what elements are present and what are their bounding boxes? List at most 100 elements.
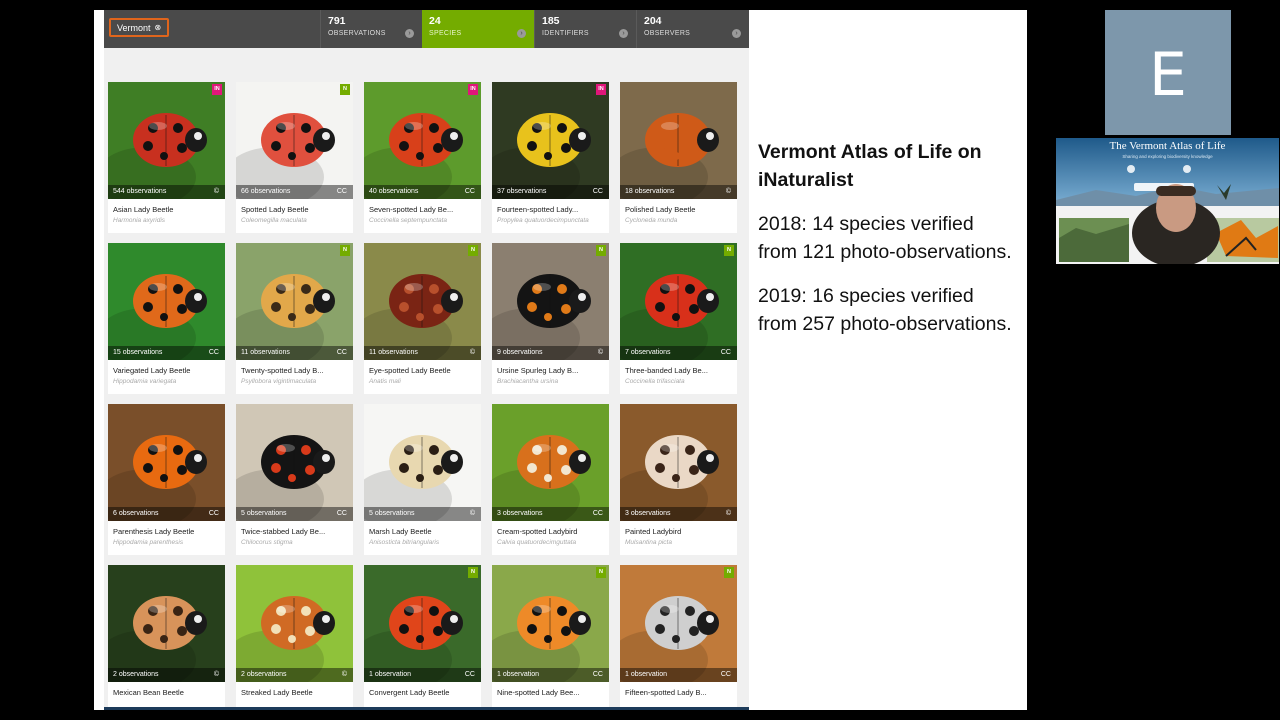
species-photo-frame[interactable]: N 7 observations CC bbox=[620, 243, 737, 360]
observation-count-bar: 37 observations CC bbox=[492, 185, 609, 199]
establishment-badge: IN bbox=[468, 84, 478, 95]
species-common-name[interactable]: Mexican Bean Beetle bbox=[113, 688, 184, 697]
stat-observers[interactable]: 204 OBSERVERS › bbox=[636, 10, 749, 48]
species-photo-frame[interactable]: 5 observations CC bbox=[236, 404, 353, 521]
species-photo-frame[interactable]: 2 observations © bbox=[236, 565, 353, 682]
stat-observations[interactable]: 791 OBSERVATIONS › bbox=[320, 10, 422, 48]
observation-count-bar: 2 observations © bbox=[108, 668, 225, 682]
stat-identifiers[interactable]: 185 IDENTIFIERS › bbox=[534, 10, 636, 48]
species-photo-frame[interactable]: 15 observations CC bbox=[108, 243, 225, 360]
observation-count: 2 observations bbox=[241, 671, 287, 678]
species-photo-frame[interactable]: N 66 observations CC bbox=[236, 82, 353, 199]
slide-text-block: Vermont Atlas of Life on iNaturalist 201… bbox=[758, 138, 1018, 338]
chevron-right-icon[interactable]: › bbox=[619, 29, 628, 38]
speaker-video-tile[interactable]: The Vermont Atlas of Life Sharing and ex… bbox=[1056, 138, 1279, 264]
species-card[interactable]: N 11 observations CC Twenty-spotted Lady B.… bbox=[236, 243, 353, 394]
license-icon: © bbox=[213, 188, 219, 195]
place-filter-chip[interactable]: Vermont ⊗ bbox=[109, 18, 170, 37]
species-common-name[interactable]: Variegated Lady Beetle bbox=[113, 366, 190, 375]
species-photo-frame[interactable]: N 1 observation CC bbox=[620, 565, 737, 682]
site-subtitle: Sharing and exploring biodiversity knowl… bbox=[1122, 154, 1213, 159]
stat-count: 185 bbox=[542, 15, 560, 27]
species-card[interactable]: 2 observations © Mexican Bean Beetle bbox=[108, 565, 225, 710]
observation-count-bar: 5 observations CC bbox=[236, 507, 353, 521]
species-photo-frame[interactable]: 18 observations © bbox=[620, 82, 737, 199]
species-photo-frame[interactable]: 2 observations © bbox=[108, 565, 225, 682]
species-photo-frame[interactable]: 3 observations © bbox=[620, 404, 737, 521]
species-card[interactable]: 3 observations CC Cream-spotted Ladybird Ca… bbox=[492, 404, 609, 555]
establishment-badge: N bbox=[468, 245, 478, 256]
species-photo-frame[interactable]: 5 observations © bbox=[364, 404, 481, 521]
license-icon: © bbox=[597, 349, 603, 356]
species-card[interactable]: 5 observations © Marsh Lady Beetle Anisosti… bbox=[364, 404, 481, 555]
species-common-name[interactable]: Fourteen-spotted Lady... bbox=[497, 205, 578, 214]
observation-count: 1 observation bbox=[625, 671, 668, 678]
observation-count: 15 observations bbox=[113, 349, 163, 356]
species-common-name[interactable]: Seven-spotted Lady Be... bbox=[369, 205, 453, 214]
participant-video-tile[interactable]: E bbox=[1105, 10, 1231, 135]
species-card[interactable]: N 66 observations CC Spotted Lady Beetle Col… bbox=[236, 82, 353, 233]
species-photo bbox=[364, 404, 481, 521]
chevron-right-icon[interactable]: › bbox=[405, 29, 414, 38]
species-photo-frame[interactable]: N 9 observations © bbox=[492, 243, 609, 360]
species-card[interactable]: 3 observations © Painted Ladybird Mulsantin… bbox=[620, 404, 737, 555]
species-photo-frame[interactable]: IN 544 observations © bbox=[108, 82, 225, 199]
species-card[interactable]: IN 40 observations CC Seven-spotted Lady Be… bbox=[364, 82, 481, 233]
species-photo-frame[interactable]: N 1 observation CC bbox=[492, 565, 609, 682]
species-card[interactable]: N 7 observations CC Three-banded Lady Be...… bbox=[620, 243, 737, 394]
species-card[interactable]: N 9 observations © Ursine Spurleg Lady B...… bbox=[492, 243, 609, 394]
species-common-name[interactable]: Marsh Lady Beetle bbox=[369, 527, 432, 536]
species-card[interactable]: 2 observations © Streaked Lady Beetle bbox=[236, 565, 353, 710]
species-photo-frame[interactable]: N 11 observations © bbox=[364, 243, 481, 360]
observation-count-bar: 15 observations CC bbox=[108, 346, 225, 360]
species-photo-frame[interactable]: N 11 observations CC bbox=[236, 243, 353, 360]
observation-count: 66 observations bbox=[241, 188, 291, 195]
species-common-name[interactable]: Spotted Lady Beetle bbox=[241, 205, 309, 214]
slide-paragraph-2018: 2018: 14 species verified from 121 photo… bbox=[758, 213, 1012, 263]
species-photo bbox=[620, 243, 737, 360]
species-common-name[interactable]: Parenthesis Lady Beetle bbox=[113, 527, 194, 536]
species-card[interactable]: IN 37 observations CC Fourteen-spotted Lady… bbox=[492, 82, 609, 233]
species-card[interactable]: 15 observations CC Variegated Lady Beetle H… bbox=[108, 243, 225, 394]
species-common-name[interactable]: Convergent Lady Beetle bbox=[369, 688, 449, 697]
species-common-name[interactable]: Cream-spotted Ladybird bbox=[497, 527, 577, 536]
observation-count-bar: 2 observations © bbox=[236, 668, 353, 682]
species-photo-frame[interactable]: 3 observations CC bbox=[492, 404, 609, 521]
species-card[interactable]: N 11 observations © Eye-spotted Lady Beetle… bbox=[364, 243, 481, 394]
observation-count-bar: 11 observations © bbox=[364, 346, 481, 360]
license-icon: CC bbox=[720, 671, 731, 678]
species-common-name[interactable]: Twice-stabbed Lady Be... bbox=[241, 527, 325, 536]
species-photo-frame[interactable]: N 1 observation CC bbox=[364, 565, 481, 682]
species-common-name[interactable]: Twenty-spotted Lady B... bbox=[241, 366, 324, 375]
species-card[interactable]: IN 544 observations © Asian Lady Beetle Harm… bbox=[108, 82, 225, 233]
species-common-name[interactable]: Nine-spotted Lady Bee... bbox=[497, 688, 580, 697]
observation-count-bar: 3 observations CC bbox=[492, 507, 609, 521]
species-common-name[interactable]: Polished Lady Beetle bbox=[625, 205, 695, 214]
license-icon: CC bbox=[208, 349, 219, 356]
species-common-name[interactable]: Three-banded Lady Be... bbox=[625, 366, 708, 375]
species-photo-frame[interactable]: IN 40 observations CC bbox=[364, 82, 481, 199]
species-card[interactable]: 6 observations CC Parenthesis Lady Beetle H… bbox=[108, 404, 225, 555]
species-common-name[interactable]: Eye-spotted Lady Beetle bbox=[369, 366, 451, 375]
stat-species[interactable]: 24 SPECIES › bbox=[422, 10, 534, 48]
establishment-badge: N bbox=[724, 245, 734, 256]
species-photo-frame[interactable]: IN 37 observations CC bbox=[492, 82, 609, 199]
species-card[interactable]: N 1 observation CC Fifteen-spotted Lady B..… bbox=[620, 565, 737, 710]
species-photo-frame[interactable]: 6 observations CC bbox=[108, 404, 225, 521]
species-common-name[interactable]: Ursine Spurleg Lady B... bbox=[497, 366, 578, 375]
establishment-badge: IN bbox=[596, 84, 606, 95]
species-scientific-name: Hippodamia parenthesis bbox=[113, 539, 184, 546]
species-card[interactable]: N 1 observation CC Nine-spotted Lady Bee... bbox=[492, 565, 609, 710]
chevron-right-icon[interactable]: › bbox=[517, 29, 526, 38]
observation-count: 11 observations bbox=[241, 349, 290, 356]
chevron-right-icon[interactable]: › bbox=[732, 29, 741, 38]
close-icon[interactable]: ⊗ bbox=[155, 23, 162, 32]
establishment-badge: N bbox=[596, 245, 606, 256]
species-common-name[interactable]: Painted Ladybird bbox=[625, 527, 681, 536]
species-common-name[interactable]: Fifteen-spotted Lady B... bbox=[625, 688, 707, 697]
species-common-name[interactable]: Asian Lady Beetle bbox=[113, 205, 173, 214]
species-card[interactable]: 18 observations © Polished Lady Beetle Cycl… bbox=[620, 82, 737, 233]
species-common-name[interactable]: Streaked Lady Beetle bbox=[241, 688, 313, 697]
species-card[interactable]: 5 observations CC Twice-stabbed Lady Be...… bbox=[236, 404, 353, 555]
species-card[interactable]: N 1 observation CC Convergent Lady Beetle bbox=[364, 565, 481, 710]
